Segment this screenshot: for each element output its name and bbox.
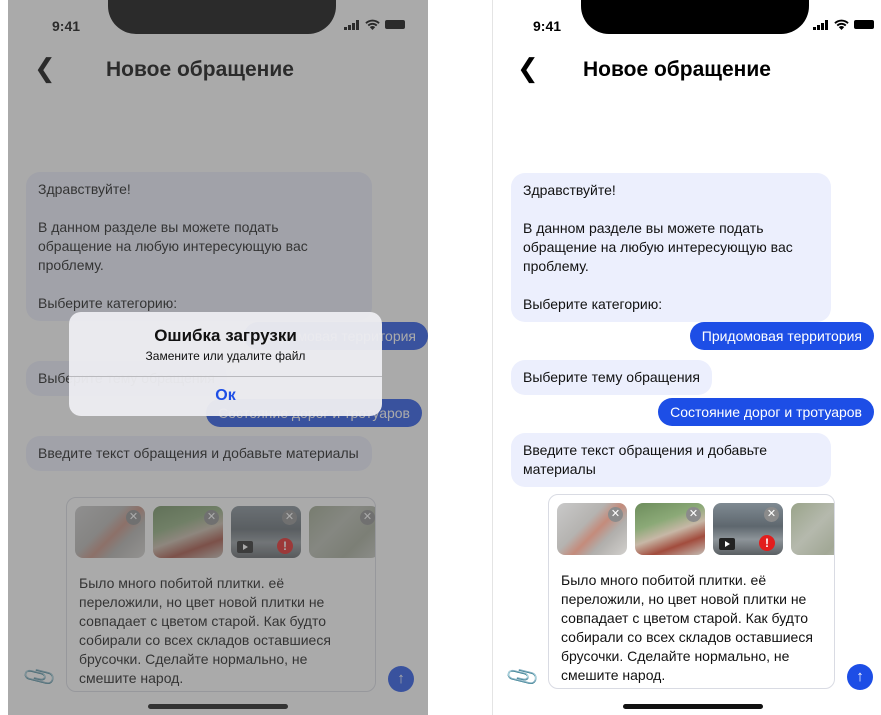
attachment-thumbnail[interactable]: ✕ [557,503,627,555]
close-icon[interactable]: ✕ [686,507,701,522]
choose-topic-text: Выберите тему обращения [523,369,700,385]
message-text-input[interactable]: Было много побитой плитки. её переложили… [561,571,822,685]
page-title: Новое обращение [583,58,771,81]
alert-title: Ошибка загрузки [154,326,297,345]
bot-message-topic: Выберите тему обращения [511,360,712,395]
category-answer-text: Придомовая территория [701,328,862,344]
close-icon[interactable]: ✕ [764,507,779,522]
bot-message-intro: Здравствуйте! В данном разделе вы можете… [511,173,831,322]
video-play-icon [719,538,735,550]
alert-ok-button[interactable]: Ок [69,376,382,416]
paperclip-icon[interactable]: 📎 [504,658,541,695]
status-time: 9:41 [533,18,562,34]
phone-screen: 9:41 ❮ Новое обращение Здравствуйте! В д… [492,0,881,715]
home-indicator [623,704,763,709]
alert-message: Замените или удалите файл [145,349,306,363]
intro-text: В данном разделе вы можете подать обраще… [523,220,793,274]
bot-message-enter-text: Введите текст обращения и добавьте матер… [511,433,831,487]
phone-screen-with-alert: 9:41 ❮ Новое обращение Здравствуйте! В д… [8,0,428,715]
choose-category-text: Выберите категорию: [523,296,663,312]
attachment-thumbnail[interactable]: ✕ [635,503,705,555]
back-button[interactable]: ❮ [517,55,539,81]
error-alert-dialog: Ошибка загрузки Замените или удалите фай… [69,312,382,416]
cellular-signal-icon [813,19,829,30]
topic-answer-text: Состояние дорог и тротуаров [670,404,862,420]
battery-icon [854,20,874,29]
attachment-thumbnail-video[interactable]: ✕! [713,503,783,555]
user-message-category: Придомовая территория [689,322,874,350]
greeting-text: Здравствуйте! [523,182,616,198]
error-icon: ! [759,535,775,551]
attachment-thumbnail[interactable]: ✕ [791,503,834,555]
attachment-list: ✕ ✕ ✕! ✕ [557,503,834,555]
status-icons [813,19,874,30]
arrow-up-icon[interactable]: ↑ [847,664,873,690]
message-composer[interactable]: ✕ ✕ ✕! ✕ Было много побитой плитки. её п… [548,494,835,689]
wifi-icon [834,19,849,30]
device-notch [581,0,809,34]
user-message-topic: Состояние дорог и тротуаров [658,398,874,426]
close-icon[interactable]: ✕ [608,507,623,522]
enter-text-prompt: Введите текст обращения и добавьте матер… [523,442,768,477]
